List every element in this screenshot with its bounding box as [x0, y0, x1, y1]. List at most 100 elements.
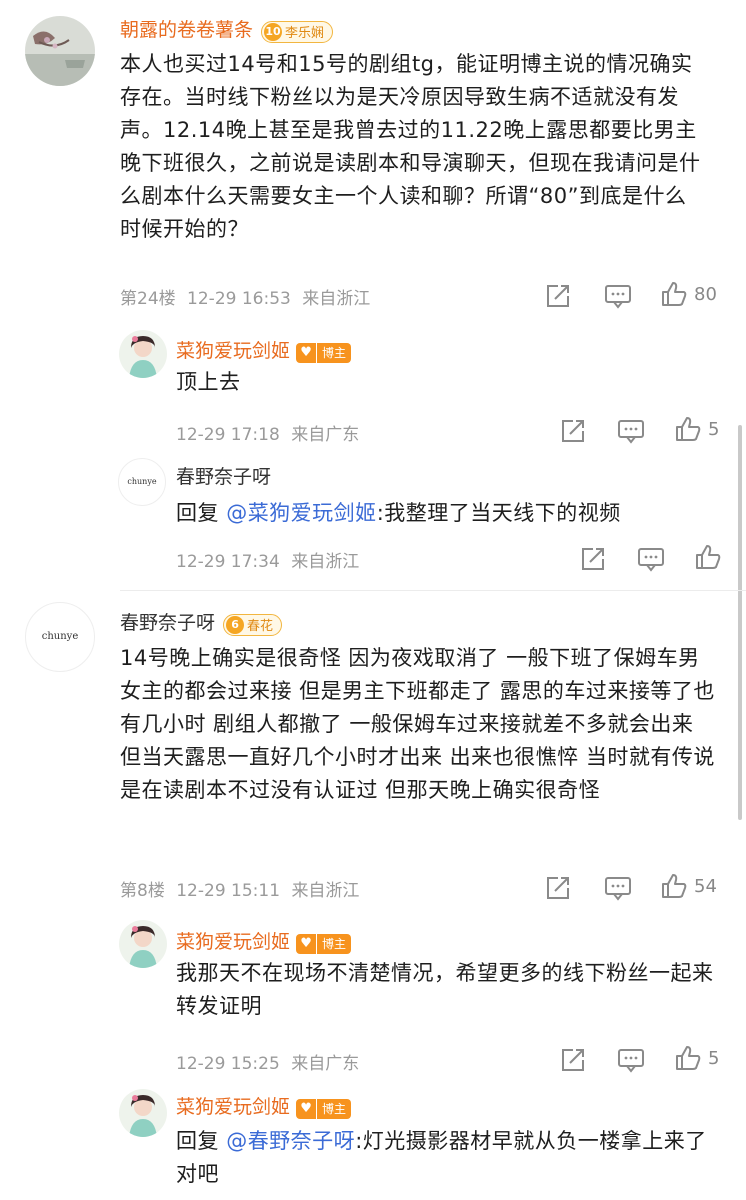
reply-avatar[interactable] [119, 330, 167, 378]
thumbs-up-icon [662, 874, 687, 898]
author-name[interactable]: 春野奈子呀 [176, 466, 271, 488]
location: 来自广东 [291, 1054, 360, 1074]
host-badge: ♥ 博主 [296, 342, 352, 363]
reply-author-row: 菜狗爱玩剑姬 ♥ 博主 [176, 1092, 352, 1119]
share-button[interactable] [545, 283, 571, 309]
author-name[interactable]: 菜狗爱玩剑姬 [176, 340, 290, 362]
fan-badge[interactable]: 6 春花 [223, 613, 283, 636]
avatar-text: chunye [127, 477, 157, 486]
reply-content: :我整理了当天线下的视频 [376, 501, 621, 525]
reply-avatar[interactable]: chunye [118, 458, 166, 506]
reply-text: 回复 @菜狗爱玩剑姬:我整理了当天线下的视频 [176, 497, 621, 530]
comment-button[interactable] [617, 418, 645, 444]
comment-button[interactable] [637, 546, 665, 572]
author-name[interactable]: 春野奈子呀 [120, 612, 215, 634]
reply-meta: 12-29 17:34 来自浙江 [176, 547, 359, 572]
badge-text: 博主 [317, 342, 352, 363]
like-count: 5 [708, 1047, 720, 1069]
comment-icon [605, 877, 631, 901]
share-button[interactable] [560, 418, 586, 444]
location: 来自浙江 [302, 289, 371, 309]
share-button[interactable] [545, 875, 571, 901]
mention-link[interactable]: @菜狗爱玩剑姬 [226, 501, 377, 525]
comment-author-row: 朝露的卷卷薯条 10 李乐娴 [120, 15, 334, 43]
badge-text: 春花 [247, 619, 274, 634]
comment-text: 本人也买过14号和15号的剧组tg，能证明博主说的情况确实存在。当时线下粉丝以为… [120, 52, 701, 241]
thumbs-up-icon [696, 545, 721, 569]
badge-text: 李乐娴 [285, 26, 325, 41]
comment-button[interactable] [604, 283, 632, 309]
comment-button[interactable] [604, 875, 632, 901]
badge-level: 6 [226, 615, 245, 634]
fan-badge[interactable]: 10 李乐娴 [261, 20, 334, 43]
reply-prefix: 回复 [176, 501, 219, 525]
share-button[interactable] [580, 546, 606, 572]
badge-level: 10 [264, 22, 283, 41]
like-button[interactable] [694, 543, 722, 571]
reply-meta: 12-29 15:25 来自广东 [176, 1049, 359, 1074]
like-button[interactable]: 80 [660, 280, 717, 308]
comment-meta: 第24楼 12-29 16:53 来自浙江 [120, 284, 370, 309]
reply-prefix: 回复 [176, 1129, 219, 1153]
share-button[interactable] [560, 1047, 586, 1073]
avatar-image [119, 1089, 167, 1137]
comment-icon [618, 420, 644, 444]
reply-text: 顶上去 [176, 370, 241, 394]
like-count: 54 [694, 875, 717, 897]
author-name[interactable]: 菜狗爱玩剑姬 [176, 931, 290, 953]
timestamp: 12-29 15:11 [176, 881, 281, 901]
location: 来自广东 [291, 425, 360, 445]
share-icon [562, 1049, 584, 1071]
thumbs-up-icon [662, 282, 687, 306]
timestamp: 12-29 16:53 [187, 289, 291, 309]
reply-avatar[interactable] [119, 920, 167, 968]
author-name[interactable]: 菜狗爱玩剑姬 [176, 1096, 290, 1118]
timestamp: 12-29 17:18 [176, 425, 280, 445]
heart-icon: ♥ [296, 933, 317, 954]
share-icon [562, 420, 584, 442]
comment-text: 14号晚上确实是很奇怪 因为夜戏取消了 一般下班了保姆车男女主的都会过来接 但是… [120, 646, 715, 802]
host-badge: ♥ 博主 [296, 1098, 352, 1119]
share-icon [547, 285, 569, 307]
reply-text: 我那天不在现场不清楚情况，希望更多的线下粉丝一起来转发证明 [176, 961, 714, 1018]
heart-icon: ♥ [296, 342, 317, 363]
divider [120, 590, 746, 591]
reply-author-row: 春野奈子呀 [176, 462, 271, 489]
host-badge: ♥ 博主 [296, 933, 352, 954]
like-count: 80 [694, 283, 717, 305]
like-button[interactable]: 5 [674, 415, 719, 443]
avatar-image [25, 16, 95, 86]
thumbs-up-icon [676, 1046, 701, 1070]
comment-icon [638, 548, 664, 572]
floor-number: 第8楼 [120, 881, 165, 901]
comment-icon [618, 1049, 644, 1073]
share-icon [582, 548, 604, 570]
comment-icon [605, 285, 631, 309]
like-button[interactable]: 54 [660, 872, 717, 900]
reply-avatar[interactable] [119, 1089, 167, 1137]
reply-text: 回复 @春野奈子呀:灯光摄影器材早就从负一楼拿上来了对吧 [176, 1125, 721, 1191]
scrollbar[interactable] [738, 425, 742, 820]
comment-author-row: 春野奈子呀 6 春花 [120, 608, 283, 636]
floor-number: 第24楼 [120, 289, 176, 309]
location: 来自浙江 [291, 881, 360, 901]
comment-button[interactable] [617, 1047, 645, 1073]
comment-meta: 第8楼 12-29 15:11 来自浙江 [120, 876, 359, 901]
thumbs-up-icon [676, 417, 701, 441]
location: 来自浙江 [291, 552, 360, 572]
mention-link[interactable]: @春野奈子呀 [226, 1129, 355, 1153]
author-name[interactable]: 朝露的卷卷薯条 [120, 19, 253, 41]
like-count: 5 [708, 418, 720, 440]
share-icon [547, 877, 569, 899]
like-button[interactable]: 5 [674, 1044, 719, 1072]
avatar-image [119, 330, 167, 378]
avatar-image [119, 920, 167, 968]
timestamp: 12-29 15:25 [176, 1054, 280, 1074]
badge-text: 博主 [317, 1098, 352, 1119]
badge-text: 博主 [317, 933, 352, 954]
heart-icon: ♥ [296, 1098, 317, 1119]
avatar[interactable]: chunye [25, 602, 95, 672]
avatar[interactable] [25, 16, 95, 86]
avatar-text: chunye [41, 631, 79, 642]
reply-author-row: 菜狗爱玩剑姬 ♥ 博主 [176, 927, 352, 954]
